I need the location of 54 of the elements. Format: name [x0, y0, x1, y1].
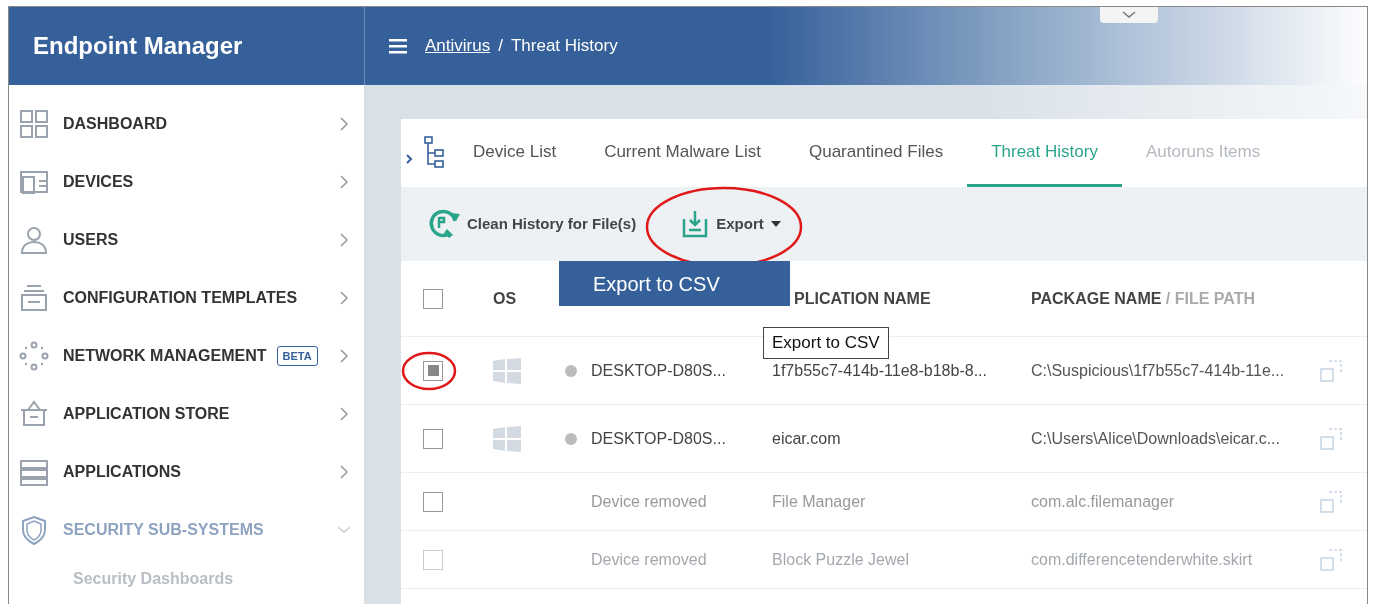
chevron-down-icon	[1122, 11, 1136, 19]
table-cell: DESKTOP-D80S...	[591, 361, 726, 379]
windows-icon	[493, 425, 521, 452]
sidebar-item[interactable]: APPLICATIONS	[9, 443, 364, 501]
sidebar-item[interactable]: DEVICES	[9, 153, 364, 211]
table-cell: Block Puzzle Jewel	[772, 550, 909, 568]
row-checkbox[interactable]	[423, 360, 443, 381]
sidebar-item[interactable]: CONFIGURATION TEMPLATES	[9, 269, 364, 327]
table-cell: File Manager	[772, 492, 866, 510]
table-cell: eicar.com	[772, 429, 841, 447]
breadcrumb-link[interactable]: Antivirus	[425, 33, 491, 59]
menu-item[interactable]: Export to CSV	[559, 261, 790, 306]
table-cell: com.alc.filemanager	[1031, 492, 1175, 510]
network-icon	[19, 341, 49, 371]
menu-icon[interactable]	[389, 38, 409, 54]
table-cell: DESKTOP-D80S...	[591, 429, 726, 447]
user-icon	[19, 225, 49, 255]
status-dot	[565, 433, 577, 446]
grid-icon	[19, 109, 49, 139]
tab[interactable]: Current Malware List	[580, 119, 785, 187]
sidebar-item[interactable]: NETWORK MANAGEMENT BETA	[9, 327, 364, 385]
beta-badge: BETA	[276, 345, 318, 367]
windows-icon	[493, 357, 521, 384]
toolbar-button[interactable]: Clean History for File(s)	[419, 201, 645, 247]
tray-icon	[19, 283, 49, 313]
tab[interactable]: Device List	[449, 119, 581, 187]
collapse-tab[interactable]	[1100, 7, 1158, 23]
basket-icon	[19, 399, 49, 429]
table-cell: com.differencetenderwhite.skirt	[1031, 550, 1253, 568]
sidebar-item[interactable]: USERS	[9, 211, 364, 269]
app-title: Endpoint Manager	[33, 31, 243, 61]
column-header: PACKAGE NAME / FILE PATH	[1031, 288, 1256, 309]
row-checkbox[interactable]	[423, 428, 443, 449]
caret-icon	[769, 220, 782, 228]
column-header: PLICATION NAME	[794, 289, 931, 307]
shield-icon	[19, 515, 49, 545]
table-cell: C:\Suspicious\1f7b55c7-414b-11e...	[1031, 361, 1285, 379]
row-checkbox[interactable]	[423, 491, 443, 512]
tooltip: Export to CSV	[763, 327, 889, 359]
table-cell: 1f7b55c7-414b-11e8-b18b-8...	[772, 361, 987, 379]
tab[interactable]: Quarantined Files	[784, 119, 968, 187]
sidebar-item[interactable]: APPLICATION STORE	[9, 385, 364, 443]
refresh-icon	[427, 207, 461, 241]
row-checkbox[interactable]	[423, 549, 443, 570]
select-all-checkbox[interactable]	[423, 288, 443, 309]
breadcrumb-text: Threat History	[510, 35, 618, 58]
server-icon	[19, 457, 49, 487]
breadcrumb-text: /	[498, 35, 503, 58]
column-header: OS	[493, 288, 518, 309]
table-cell: Device removed	[591, 492, 707, 510]
status-dot	[565, 365, 577, 378]
table-cell: Device removed	[591, 550, 707, 568]
sidebar-item[interactable]: DASHBOARD	[9, 95, 364, 153]
table-cell: C:\Users\Alice\Downloads\eicar.c...	[1031, 429, 1280, 447]
